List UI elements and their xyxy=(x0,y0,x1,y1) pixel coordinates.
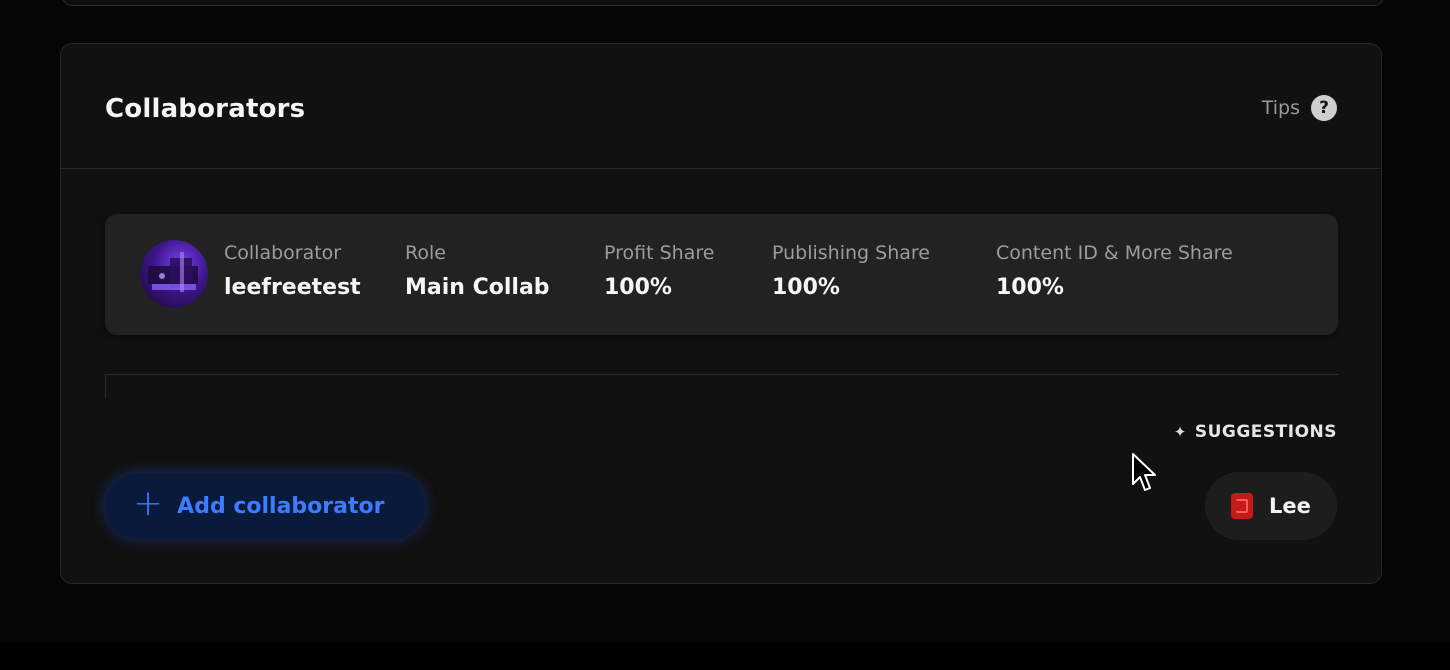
suggestion-chip-label: Lee xyxy=(1269,494,1311,518)
tips-link[interactable]: Tips ? xyxy=(1262,95,1337,121)
section-divider xyxy=(105,374,1338,375)
content-id-share-value: 100% xyxy=(996,275,1064,300)
avatar-icon xyxy=(148,252,198,292)
profit-share-field: Profit Share 100% xyxy=(604,242,714,300)
suggestion-avatar-icon xyxy=(1231,493,1253,519)
suggestions-heading: ✦ SUGGESTIONS xyxy=(1174,422,1337,442)
previous-card-edge xyxy=(62,0,1384,6)
role-value: Main Collab xyxy=(405,275,550,300)
add-collaborator-button[interactable]: + Add collaborator xyxy=(105,473,425,539)
collaborator-row[interactable]: Collaborator leefreetest Role Main Colla… xyxy=(105,214,1338,335)
content-id-share-label: Content ID & More Share xyxy=(996,242,1233,264)
collaborator-field: Collaborator leefreetest xyxy=(224,242,361,300)
mouse-cursor-icon xyxy=(1132,453,1156,491)
profit-share-label: Profit Share xyxy=(604,242,715,264)
page-bottom-strip xyxy=(0,642,1450,670)
role-field: Role Main Collab xyxy=(405,242,550,300)
profit-share-value: 100% xyxy=(604,275,672,300)
wand-icon: ✦ xyxy=(1173,423,1187,441)
collaborator-name: leefreetest xyxy=(224,275,361,300)
collaborator-avatar xyxy=(140,240,208,308)
help-icon[interactable]: ? xyxy=(1311,95,1337,121)
content-id-share-field: Content ID & More Share 100% xyxy=(996,242,1233,300)
publishing-share-value: 100% xyxy=(772,275,840,300)
role-label: Role xyxy=(405,242,446,264)
publishing-share-field: Publishing Share 100% xyxy=(772,242,930,300)
add-collaborator-label: Add collaborator xyxy=(177,493,385,519)
collaborators-card: Collaborators Tips ? Collaborator leefre… xyxy=(60,43,1382,584)
suggestions-label: SUGGESTIONS xyxy=(1194,422,1337,442)
suggestion-chip-lee[interactable]: Lee xyxy=(1205,472,1337,540)
publishing-share-label: Publishing Share xyxy=(772,242,930,264)
page: { "section": { "title": "Collaborators",… xyxy=(0,0,1450,670)
section-title: Collaborators xyxy=(105,94,306,124)
collaborator-label: Collaborator xyxy=(224,242,342,264)
card-header: Collaborators Tips ? xyxy=(61,44,1381,169)
divider-tick xyxy=(105,374,106,398)
plus-icon: + xyxy=(133,483,164,524)
tips-label: Tips xyxy=(1261,97,1300,119)
